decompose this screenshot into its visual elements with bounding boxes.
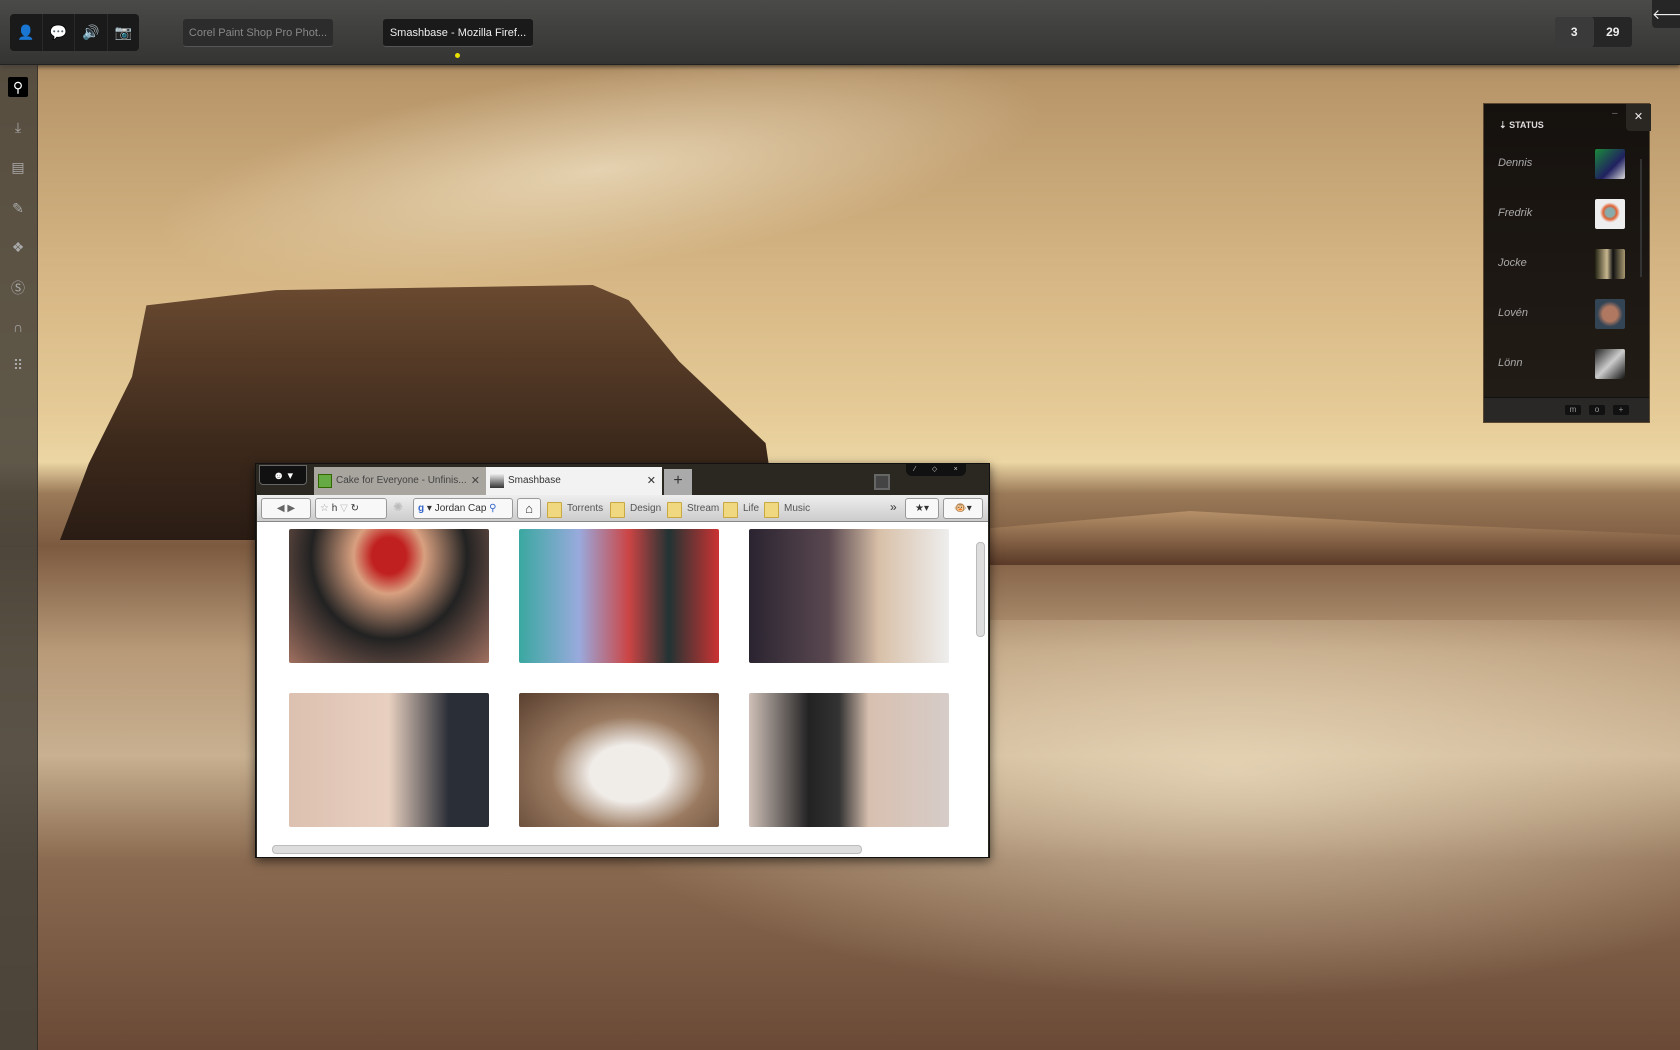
contact-name: Lovén xyxy=(1498,307,1528,319)
avatar xyxy=(1595,199,1625,229)
news-icon[interactable]: ▤ xyxy=(8,157,28,177)
favicon xyxy=(490,474,504,488)
dropbox-icon[interactable]: ❖ xyxy=(8,237,28,257)
addon-monkey-icon[interactable]: 🐵▾ xyxy=(943,498,983,519)
compose-icon[interactable]: ✎ xyxy=(8,198,28,218)
address-bar[interactable]: ☆ h ▽ ↻ xyxy=(315,498,387,519)
close-tab-icon[interactable]: ✕ xyxy=(647,467,656,495)
skype-icon[interactable]: Ⓢ xyxy=(8,278,28,298)
contact-row[interactable]: Dennis xyxy=(1484,149,1651,179)
firefox-menu-button[interactable]: ☻ ▾ xyxy=(259,465,307,485)
footer-m-button[interactable]: m xyxy=(1565,405,1581,415)
address-input[interactable]: h xyxy=(332,503,338,514)
status-title-text: STATUS xyxy=(1509,120,1544,130)
counter-first[interactable]: 3 xyxy=(1555,17,1594,47)
home-icon[interactable]: ⌂ xyxy=(517,498,541,519)
contact-row[interactable]: Lovén xyxy=(1484,299,1651,329)
gallery-image[interactable] xyxy=(749,529,949,663)
google-icon[interactable]: g xyxy=(418,503,424,514)
tab-cake-for-everyone[interactable]: Cake for Everyone - Unfinis... ✕ xyxy=(314,467,486,495)
favicon xyxy=(318,474,332,488)
back-arrow-icon[interactable]: 🡐 xyxy=(1652,0,1680,28)
contact-row[interactable]: Lönn xyxy=(1484,349,1651,379)
search-icon[interactable]: ⚲ xyxy=(8,77,28,97)
tab-title: Smashbase xyxy=(508,475,561,486)
close-button[interactable]: ✕ xyxy=(1626,104,1651,131)
minimize-button[interactable]: – xyxy=(1612,108,1618,119)
back-forward-buttons[interactable]: ◀ ▶ xyxy=(261,498,311,519)
bookmark-life[interactable]: Life xyxy=(723,499,759,518)
status-footer: m o + xyxy=(1484,397,1649,422)
horizontal-scrollbar[interactable] xyxy=(272,845,862,854)
volume-icon[interactable]: 🔊 xyxy=(75,14,108,51)
headphones-icon[interactable]: ∩ xyxy=(8,317,28,337)
contact-name: Jocke xyxy=(1498,257,1527,269)
tab-smashbase[interactable]: Smashbase ✕ xyxy=(486,467,662,495)
gallery-image[interactable] xyxy=(519,693,719,827)
search-icon[interactable]: ⚲ xyxy=(489,503,496,514)
contact-row[interactable]: Fredrik xyxy=(1484,199,1651,229)
close-window-button[interactable]: × xyxy=(954,464,958,476)
history-dropdown-icon[interactable]: ▽ xyxy=(340,503,348,514)
contact-name: Lönn xyxy=(1498,357,1523,369)
active-task-indicator xyxy=(455,53,460,58)
firefox-window: ☻ ▾ Cake for Everyone - Unfinis... ✕ Smas… xyxy=(255,463,990,858)
task-corel-paint-shop[interactable]: Corel Paint Shop Pro Phot... xyxy=(183,19,333,47)
counter-second[interactable]: 29 xyxy=(1594,17,1633,47)
bookmark-design[interactable]: Design xyxy=(610,499,661,518)
footer-o-button[interactable]: o xyxy=(1589,405,1605,415)
search-bar[interactable]: g ▾ Jordan Cap ⚲ xyxy=(413,498,513,519)
quick-launch-group: 👤 💬 🔊 📷 xyxy=(10,14,139,51)
tab-groups-icon[interactable] xyxy=(874,474,890,490)
taskbar: 👤 💬 🔊 📷 Corel Paint Shop Pro Phot... Sma… xyxy=(0,0,1680,65)
contact-row[interactable]: Jocke xyxy=(1484,249,1651,279)
bookmarks-menu-icon[interactable]: ★▾ xyxy=(905,498,939,519)
download-icon[interactable]: ⤓ xyxy=(8,117,28,137)
user-icon[interactable]: 👤 xyxy=(10,14,43,51)
avatar xyxy=(1595,349,1625,379)
maximize-window-button[interactable]: ◇ xyxy=(932,464,937,476)
arrow-down-icon: ⇣ xyxy=(1499,120,1507,130)
contact-name: Fredrik xyxy=(1498,207,1533,219)
navigation-toolbar: ◀ ▶ ☆ h ▽ ↻ ✺ g ▾ Jordan Cap ⚲ ⌂ Torrent… xyxy=(257,495,988,522)
close-tab-icon[interactable]: ✕ xyxy=(467,467,480,495)
bookmark-stream[interactable]: Stream xyxy=(667,499,719,518)
dock-sidebar: ⚲ ⤓ ▤ ✎ ❖ Ⓢ ∩ ⠿ xyxy=(0,65,38,1050)
vertical-scrollbar[interactable] xyxy=(976,542,985,637)
workspace-counter[interactable]: 3 29 xyxy=(1555,17,1632,47)
status-panel: ⇣ STATUS – ✕ Dennis Fredrik Jocke Lovén … xyxy=(1483,103,1651,423)
chat-icon[interactable]: 💬 xyxy=(43,14,75,51)
minimize-window-button[interactable]: ⁄ xyxy=(914,464,915,476)
gallery-image[interactable] xyxy=(519,529,719,663)
task-firefox-smashbase[interactable]: Smashbase - Mozilla Firef... xyxy=(383,19,533,47)
loading-throbber-icon: ✺ xyxy=(393,500,404,514)
apps-grid-icon[interactable]: ⠿ xyxy=(8,355,28,375)
gallery-image[interactable] xyxy=(289,693,489,827)
window-controls: ⁄ ◇ × xyxy=(906,464,966,476)
avatar xyxy=(1595,249,1625,279)
status-title: ⇣ STATUS xyxy=(1499,120,1544,131)
bookmark-music[interactable]: Music xyxy=(764,499,810,518)
bookmark-star-icon[interactable]: ☆ xyxy=(320,503,329,514)
footer-add-button[interactable]: + xyxy=(1613,405,1629,415)
contact-name: Dennis xyxy=(1498,157,1533,169)
new-tab-button[interactable]: + xyxy=(664,469,692,495)
camera-icon[interactable]: 📷 xyxy=(108,14,140,51)
page-content xyxy=(257,522,988,857)
status-scrollbar[interactable] xyxy=(1640,159,1642,277)
back-icon[interactable]: ◀ xyxy=(277,503,285,514)
reload-icon[interactable]: ↻ xyxy=(351,503,359,514)
search-input[interactable]: Jordan Cap xyxy=(435,503,487,514)
forward-icon[interactable]: ▶ xyxy=(287,503,295,514)
bookmarks-overflow-icon[interactable]: » xyxy=(890,500,897,514)
bookmark-torrents[interactable]: Torrents xyxy=(547,499,603,518)
avatar xyxy=(1595,299,1625,329)
gallery-image[interactable] xyxy=(749,693,949,827)
gallery-image[interactable] xyxy=(289,529,489,663)
avatar xyxy=(1595,149,1625,179)
tab-title: Cake for Everyone - Unfinis... xyxy=(336,475,467,486)
